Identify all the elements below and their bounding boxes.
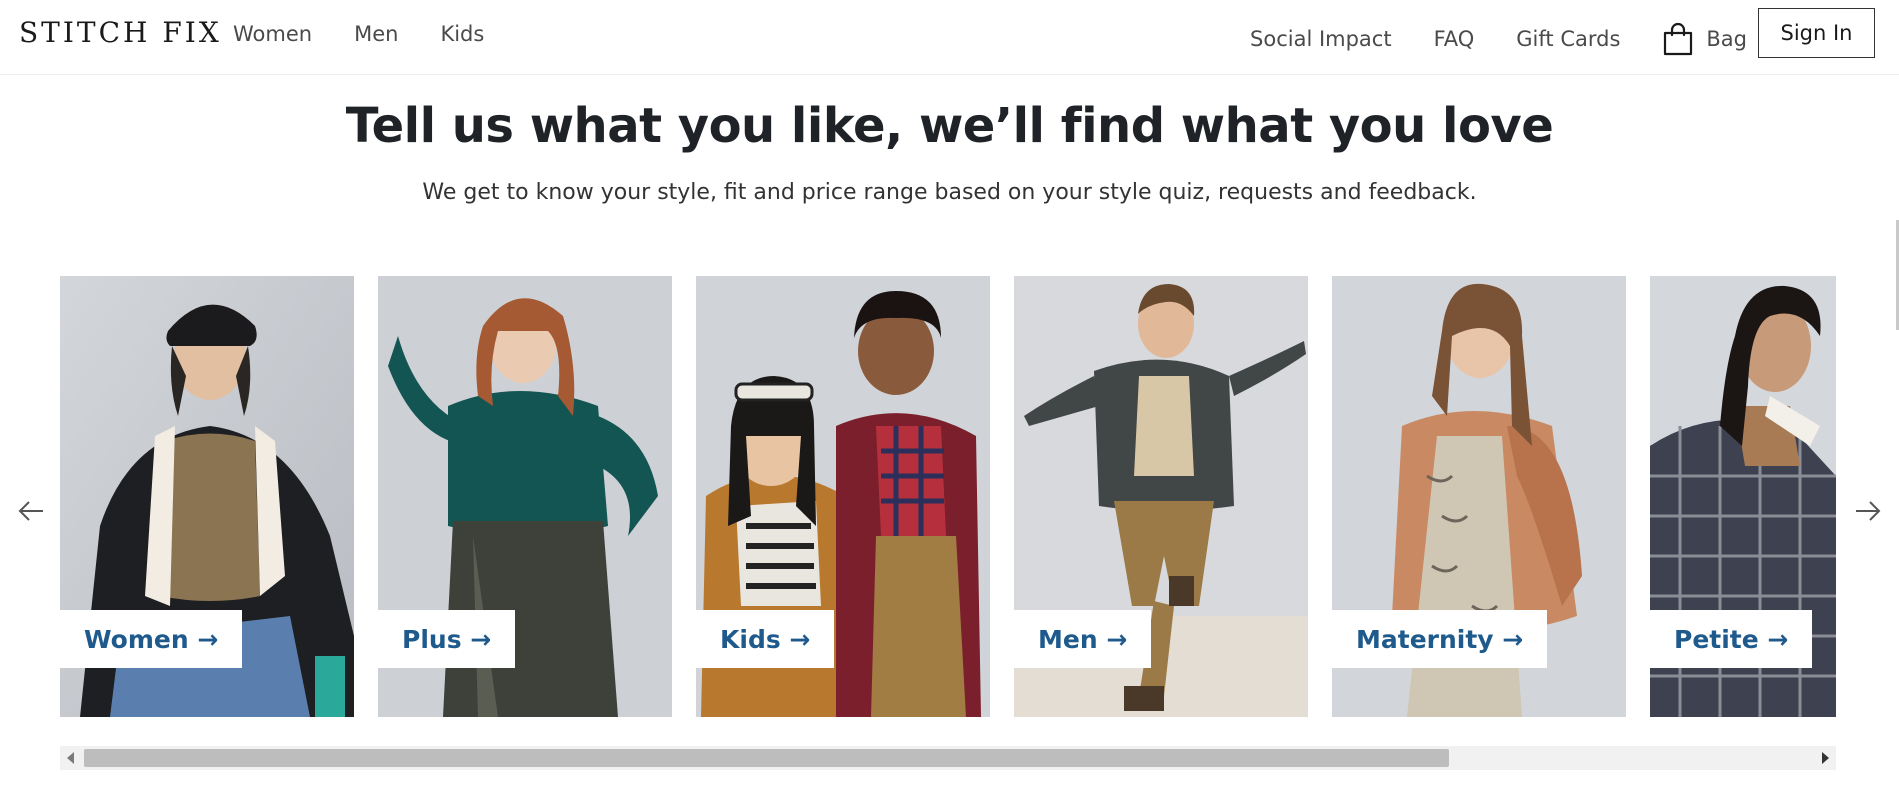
primary-nav: Women Men Kids [233, 22, 484, 46]
bag-label: Bag [1706, 27, 1747, 51]
nav-kids[interactable]: Kids [440, 22, 484, 46]
nav-women[interactable]: Women [233, 22, 312, 46]
shopping-bag-icon [1662, 22, 1694, 56]
nav-social-impact[interactable]: Social Impact [1250, 27, 1392, 51]
category-label-kids: Kids → [696, 610, 835, 668]
stitch-fix-logo[interactable]: STITCH FIX [19, 16, 222, 49]
scroll-right-icon[interactable] [1822, 752, 1829, 764]
category-card-petite[interactable]: Petite → [1650, 276, 1836, 717]
carousel-scrollbar[interactable] [60, 746, 1836, 770]
site-header: STITCH FIX Women Men Kids Social Impact … [0, 0, 1899, 75]
arrow-right-icon [1856, 501, 1881, 521]
bag-link[interactable]: Bag [1662, 22, 1747, 56]
page-subheadline: We get to know your style, fit and price… [422, 180, 1477, 205]
nav-men[interactable]: Men [354, 22, 398, 46]
sign-in-button[interactable]: Sign In [1758, 8, 1875, 58]
category-label-petite: Petite → [1650, 610, 1813, 668]
carousel-prev-button[interactable] [16, 496, 46, 526]
secondary-nav: Social Impact FAQ Gift Cards Bag [1250, 22, 1747, 56]
category-label-men: Men → [1014, 610, 1152, 668]
category-carousel: Women → Plus → Kids → Men → Maternity → … [60, 276, 1836, 717]
category-card-maternity[interactable]: Maternity → [1332, 276, 1626, 717]
category-label-women: Women → [60, 610, 243, 668]
scrollbar-thumb[interactable] [84, 749, 1449, 767]
arrow-left-icon [18, 501, 43, 521]
carousel-next-button[interactable] [1853, 496, 1883, 526]
page-headline: Tell us what you like, we’ll find what y… [345, 98, 1554, 154]
scroll-left-icon[interactable] [67, 752, 74, 764]
nav-gift-cards[interactable]: Gift Cards [1516, 27, 1620, 51]
category-card-men[interactable]: Men → [1014, 276, 1308, 717]
category-label-plus: Plus → [378, 610, 516, 668]
nav-faq[interactable]: FAQ [1434, 27, 1475, 51]
category-label-maternity: Maternity → [1332, 610, 1548, 668]
category-card-kids[interactable]: Kids → [696, 276, 990, 717]
category-card-plus[interactable]: Plus → [378, 276, 672, 717]
category-card-women[interactable]: Women → [60, 276, 354, 717]
